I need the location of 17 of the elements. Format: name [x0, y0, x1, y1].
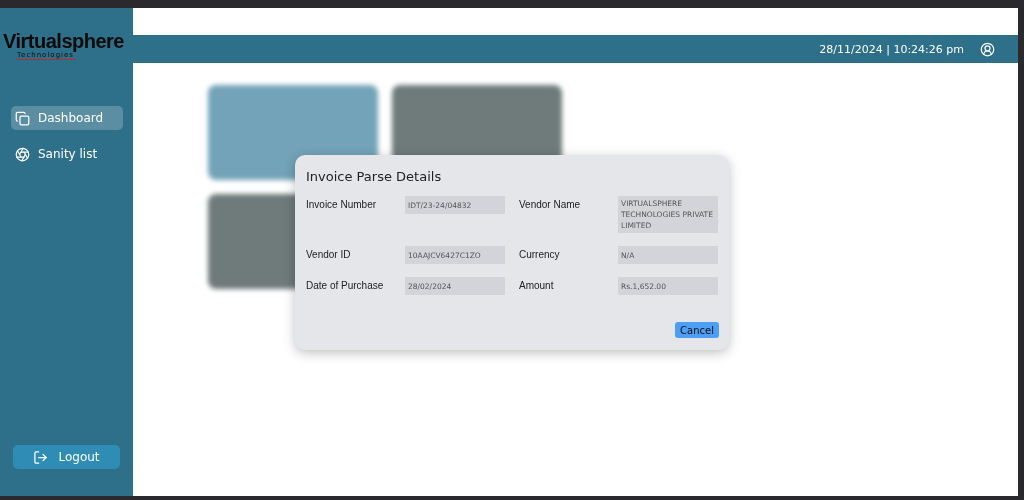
field-label: Vendor Name — [519, 199, 581, 210]
logo-name: Virtualsphere — [3, 30, 124, 52]
logout-button[interactable]: Logout — [13, 445, 120, 469]
field-label: Invoice Number — [306, 199, 377, 210]
user-icon[interactable] — [980, 41, 995, 57]
field-label: Currency — [519, 249, 560, 260]
logout-icon — [33, 449, 49, 465]
copy-icon — [15, 110, 30, 126]
cancel-button[interactable]: Cancel — [675, 322, 719, 338]
aperture-icon — [15, 146, 30, 162]
field-label: Date of Purchase — [306, 280, 384, 291]
field-label: Amount — [519, 280, 554, 291]
sidebar-item[interactable]: Sanity list — [11, 142, 123, 166]
date-time: 28/11/2024 | 10:24:26 pm — [819, 42, 964, 56]
sidebar-item[interactable]: Dashboard — [11, 106, 123, 130]
field-label: Vendor ID — [306, 249, 351, 260]
dialog-title: Invoice Parse Details — [306, 169, 443, 184]
